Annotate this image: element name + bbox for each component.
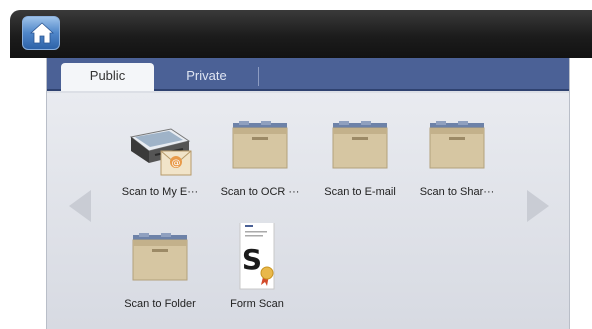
item-label: Form Scan (230, 298, 284, 310)
app-scan-to-my-email[interactable]: @ Scan to My E··· (110, 111, 210, 206)
chevron-left-icon (69, 190, 91, 222)
home-button[interactable] (22, 16, 60, 50)
folder-tray-icon (132, 233, 188, 281)
item-label: Scan to My E··· (121, 186, 199, 198)
app-grid: @ Scan to My E··· Scan to OCR ··· Scan t… (47, 93, 569, 329)
tab-private[interactable]: Private (160, 63, 253, 91)
tab-divider (258, 67, 259, 86)
folder-tray-icon (232, 121, 288, 169)
scanner-email-icon: @ (129, 128, 192, 176)
svg-text:S: S (242, 243, 262, 276)
chevron-right-icon (527, 190, 549, 222)
item-label: Scan to OCR ··· (220, 186, 300, 198)
prev-page-button[interactable] (67, 188, 93, 228)
form-document-icon: S (239, 223, 275, 290)
next-page-button[interactable] (525, 188, 551, 228)
folder-tray-icon (332, 121, 388, 169)
svg-text:@: @ (172, 159, 181, 169)
home-icon (30, 22, 54, 44)
scan-app-panel: Public Private @ Scan to My E··· Scan to… (46, 58, 570, 329)
item-label: Scan to E-mail (324, 186, 396, 198)
tab-bar: Public Private (47, 58, 569, 91)
app-form-scan[interactable]: S Form Scan (207, 223, 307, 318)
app-scan-to-ocr[interactable]: Scan to OCR ··· (210, 111, 310, 206)
app-scan-to-folder[interactable]: Scan to Folder (110, 223, 210, 318)
tab-public[interactable]: Public (61, 63, 154, 91)
app-scan-to-email[interactable]: Scan to E-mail (310, 111, 410, 206)
item-label: Scan to Shar··· (419, 186, 495, 198)
folder-tray-icon (429, 121, 485, 169)
item-label: Scan to Folder (124, 298, 196, 310)
top-bar (10, 10, 592, 58)
app-scan-to-shared-folder[interactable]: Scan to Shar··· (407, 111, 507, 206)
